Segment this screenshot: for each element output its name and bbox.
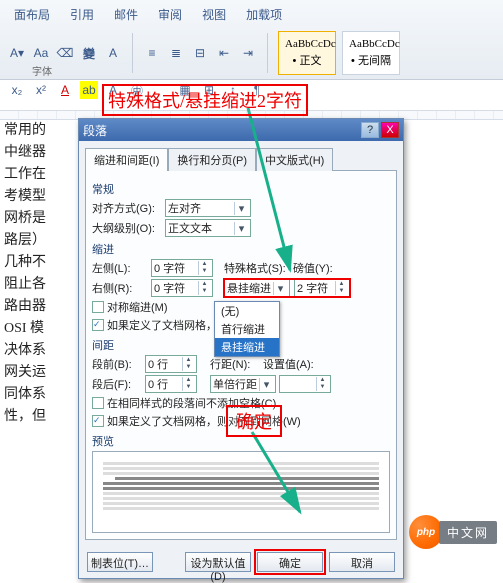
spin-at[interactable]: ▲▼: [279, 375, 331, 393]
spin-after[interactable]: 0 行▲▼: [145, 375, 197, 393]
dialog-title: 段落: [83, 122, 107, 139]
annotation-special-indent: 特殊格式/悬挂缩进2字符: [102, 84, 308, 116]
tabs-button[interactable]: 制表位(T)…: [87, 552, 153, 572]
tab-references[interactable]: 引用: [66, 4, 98, 25]
separator: [267, 33, 268, 73]
style-name: • 无间隔: [349, 52, 393, 68]
tab-addins[interactable]: 加载项: [242, 4, 286, 25]
dialog-footer: 制表位(T)… 设为默认值(D) 确定 取消: [79, 546, 403, 578]
label-after: 段后(F):: [92, 376, 142, 392]
section-indent: 缩进: [92, 241, 390, 257]
special-indent-group: 悬挂缩进▾ 2 字符▲▼: [224, 279, 350, 297]
indent-dec-icon[interactable]: ⇤: [215, 44, 233, 62]
style-name: • 正文: [285, 52, 329, 68]
checkbox-grid-indent[interactable]: [92, 319, 104, 331]
special-dropdown[interactable]: (无) 首行缩进 悬挂缩进: [214, 301, 280, 357]
chevron-down-icon: ▾: [234, 202, 248, 215]
multilevel-icon[interactable]: ⊟: [191, 44, 209, 62]
group-label-font: 字体: [32, 63, 52, 78]
dropdown-option-firstline[interactable]: 首行缩进: [215, 320, 279, 338]
separator: [132, 33, 133, 73]
spin-left[interactable]: 0 字符▲▼: [151, 259, 213, 277]
label-at: 设置值(A):: [263, 356, 319, 372]
dropdown-option-none[interactable]: (无): [215, 302, 279, 320]
ribbon-tabs: 面布局 引用 邮件 审阅 视图 加载项: [4, 2, 499, 27]
watermark-text: 中文网: [439, 521, 497, 544]
highlight-icon[interactable]: ab: [80, 81, 98, 99]
select-special[interactable]: 悬挂缩进▾: [224, 279, 290, 297]
tab-mail[interactable]: 邮件: [110, 4, 142, 25]
style-normal[interactable]: AaBbCcDc • 正文: [278, 31, 336, 75]
chevron-down-icon: ▾: [259, 378, 273, 391]
label-outline: 大纲级别(O):: [92, 220, 162, 236]
subscript-icon[interactable]: x₂: [8, 81, 26, 99]
tab-review[interactable]: 审阅: [154, 4, 186, 25]
annotation-ok: 确定: [226, 405, 282, 437]
label-before: 段前(B):: [92, 356, 142, 372]
paragraph-dialog: 段落 ? X 缩进和间距(I) 换行和分页(P) 中文版式(H) 常规 对齐方式…: [78, 118, 404, 579]
label-right: 右侧(R):: [92, 280, 148, 296]
label-special: 特殊格式(S):: [224, 260, 290, 276]
watermark: php 中文网: [409, 515, 497, 549]
tab-view[interactable]: 视图: [198, 4, 230, 25]
label-by: 磅值(Y):: [293, 260, 341, 276]
clear-format-icon[interactable]: ⌫: [56, 44, 74, 62]
section-general: 常规: [92, 181, 390, 197]
char-border-icon[interactable]: A: [104, 44, 122, 62]
dialog-titlebar[interactable]: 段落 ? X: [79, 119, 403, 141]
label-mirror: 对称缩进(M): [107, 299, 168, 315]
font-size-dec-icon[interactable]: A▾: [8, 44, 26, 62]
bullets-icon[interactable]: ≡: [143, 44, 161, 62]
tab-layout[interactable]: 面布局: [10, 4, 54, 25]
superscript-icon[interactable]: x²: [32, 81, 50, 99]
indent-inc-icon[interactable]: ⇥: [239, 44, 257, 62]
chevron-down-icon: ▾: [273, 282, 287, 295]
help-button[interactable]: ?: [361, 122, 379, 138]
cancel-button[interactable]: 取消: [329, 552, 395, 572]
label-left: 左侧(L):: [92, 260, 148, 276]
spin-right[interactable]: 0 字符▲▼: [151, 279, 213, 297]
spin-before[interactable]: 0 行▲▼: [145, 355, 197, 373]
ribbon: 面布局 引用 邮件 审阅 视图 加载项 A▾ Aa ⌫ 變 A ≡ ≣ ⊟ ⇤ …: [0, 0, 503, 80]
select-outline[interactable]: 正文文本▾: [165, 219, 251, 237]
tab-line-page[interactable]: 换行和分页(P): [168, 148, 256, 171]
font-size-inc-icon[interactable]: Aa: [32, 44, 50, 62]
label-align: 对齐方式(G):: [92, 200, 162, 216]
style-nospacing[interactable]: AaBbCcDc • 无间隔: [342, 31, 400, 75]
dropdown-option-hanging[interactable]: 悬挂缩进: [215, 338, 279, 356]
checkbox-no-space[interactable]: [92, 397, 104, 409]
style-preview: AaBbCcDc: [285, 38, 329, 50]
tab-asian[interactable]: 中文版式(H): [256, 148, 333, 171]
dialog-tabs: 缩进和间距(I) 换行和分页(P) 中文版式(H): [79, 141, 403, 170]
checkbox-mirror[interactable]: [92, 301, 104, 313]
ok-button[interactable]: 确定: [257, 552, 323, 572]
select-line[interactable]: 单倍行距▾: [210, 375, 276, 393]
tab-indent-spacing[interactable]: 缩进和间距(I): [85, 148, 168, 171]
close-button[interactable]: X: [381, 122, 399, 138]
chevron-down-icon: ▾: [234, 222, 248, 235]
numbering-icon[interactable]: ≣: [167, 44, 185, 62]
default-button[interactable]: 设为默认值(D): [185, 552, 251, 572]
label-line: 行距(N):: [210, 356, 260, 372]
style-preview: AaBbCcDc: [349, 38, 393, 50]
pinyin-icon[interactable]: 變: [80, 44, 98, 62]
select-align[interactable]: 左对齐▾: [165, 199, 251, 217]
font-color-icon[interactable]: A: [56, 81, 74, 99]
checkbox-grid-align[interactable]: [92, 415, 104, 427]
preview-box: [92, 451, 390, 533]
watermark-logo: php: [409, 515, 443, 549]
spin-by[interactable]: 2 字符▲▼: [294, 279, 350, 297]
